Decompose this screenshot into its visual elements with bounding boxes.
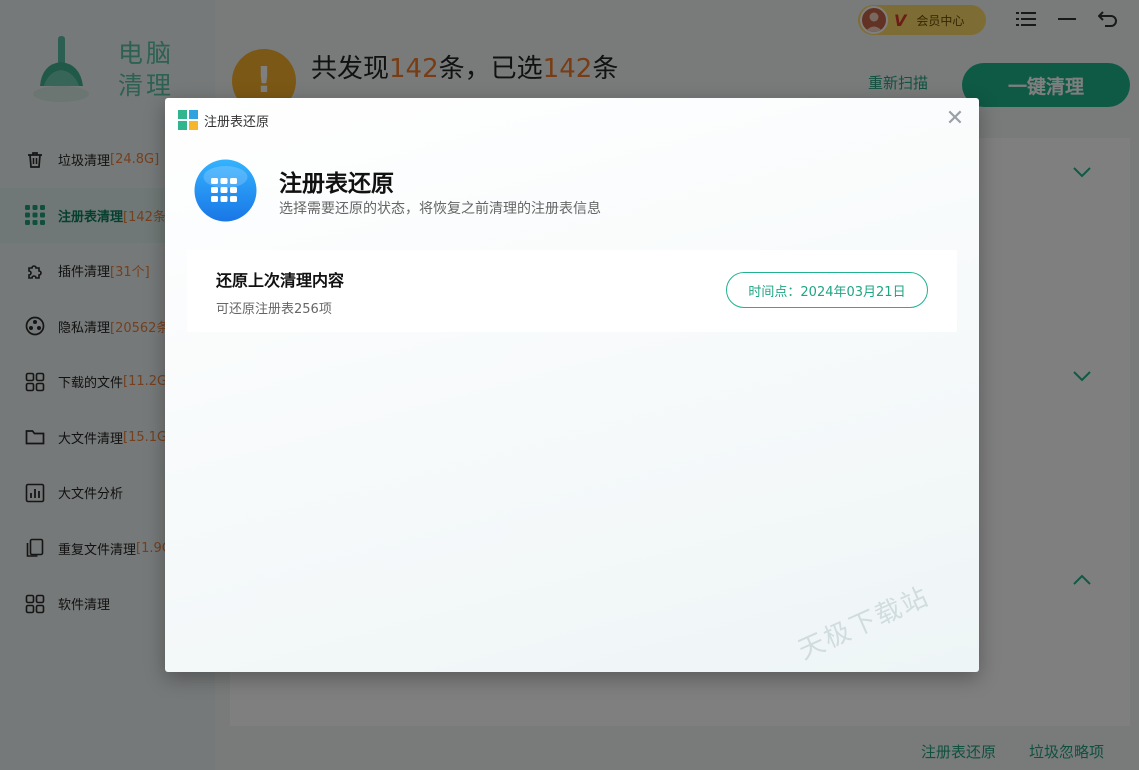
restore-point-subtitle: 可还原注册表256项 xyxy=(216,302,332,317)
app-icon xyxy=(178,110,198,130)
dialog-subheading: 选择需要还原的状态，将恢复之前清理的注册表信息 xyxy=(279,201,601,217)
restore-point-title: 还原上次清理内容 xyxy=(216,271,345,290)
dialog-title: 注册表还原 xyxy=(204,114,270,130)
dialog-heading: 注册表还原 xyxy=(279,171,394,197)
close-icon[interactable]: ✕ xyxy=(945,108,965,130)
restore-time-button[interactable]: 时间点：2024年03月21日 xyxy=(726,272,928,308)
registry-restore-dialog: 注册表还原 ✕ 注册表还原 选择需要还原的状态，将恢复之前清理的注册表信息 还原… xyxy=(165,98,979,672)
watermark: 天极下载站 xyxy=(793,581,935,666)
registry-grid-icon xyxy=(194,159,257,222)
restore-point-card[interactable]: 还原上次清理内容 可还原注册表256项 时间点：2024年03月21日 xyxy=(187,250,957,332)
dialog-titlebar: 注册表还原 xyxy=(178,110,269,130)
